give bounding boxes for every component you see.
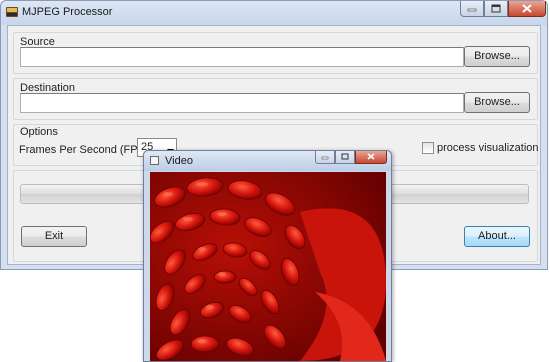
close-icon [522, 4, 532, 13]
video-close-button[interactable] [355, 151, 387, 164]
destination-path-input[interactable] [20, 93, 464, 113]
exit-button[interactable]: Exit [21, 226, 87, 247]
app-icon [5, 5, 19, 19]
video-titlebar[interactable]: Video [144, 151, 391, 171]
maximize-icon [341, 153, 349, 160]
destination-browse-button[interactable]: Browse... [464, 92, 530, 113]
fps-label: Frames Per Second (FPS): [19, 144, 152, 156]
video-maximize-button[interactable] [335, 151, 355, 164]
video-frame [150, 172, 386, 361]
maximize-icon [491, 4, 501, 13]
minimize-icon [321, 156, 329, 160]
source-browse-button[interactable]: Browse... [464, 46, 530, 67]
maximize-button[interactable] [484, 1, 508, 17]
close-button[interactable] [508, 1, 546, 17]
video-minimize-button[interactable] [315, 151, 335, 164]
options-label: Options [20, 126, 58, 138]
close-icon [367, 153, 375, 160]
main-window-title: MJPEG Processor [22, 6, 113, 18]
process-visualization-label[interactable]: process visualization [437, 142, 539, 154]
video-window: Video [143, 150, 392, 362]
about-button[interactable]: About... [464, 226, 530, 247]
video-window-icon [150, 156, 159, 165]
minimize-button[interactable] [460, 1, 484, 17]
source-path-input[interactable] [20, 47, 464, 67]
process-visualization-checkbox[interactable] [422, 142, 434, 154]
minimize-icon [467, 8, 477, 12]
video-window-title: Video [165, 155, 193, 167]
main-titlebar[interactable]: MJPEG Processor [1, 1, 547, 25]
dahlia-flower-image [150, 172, 386, 361]
